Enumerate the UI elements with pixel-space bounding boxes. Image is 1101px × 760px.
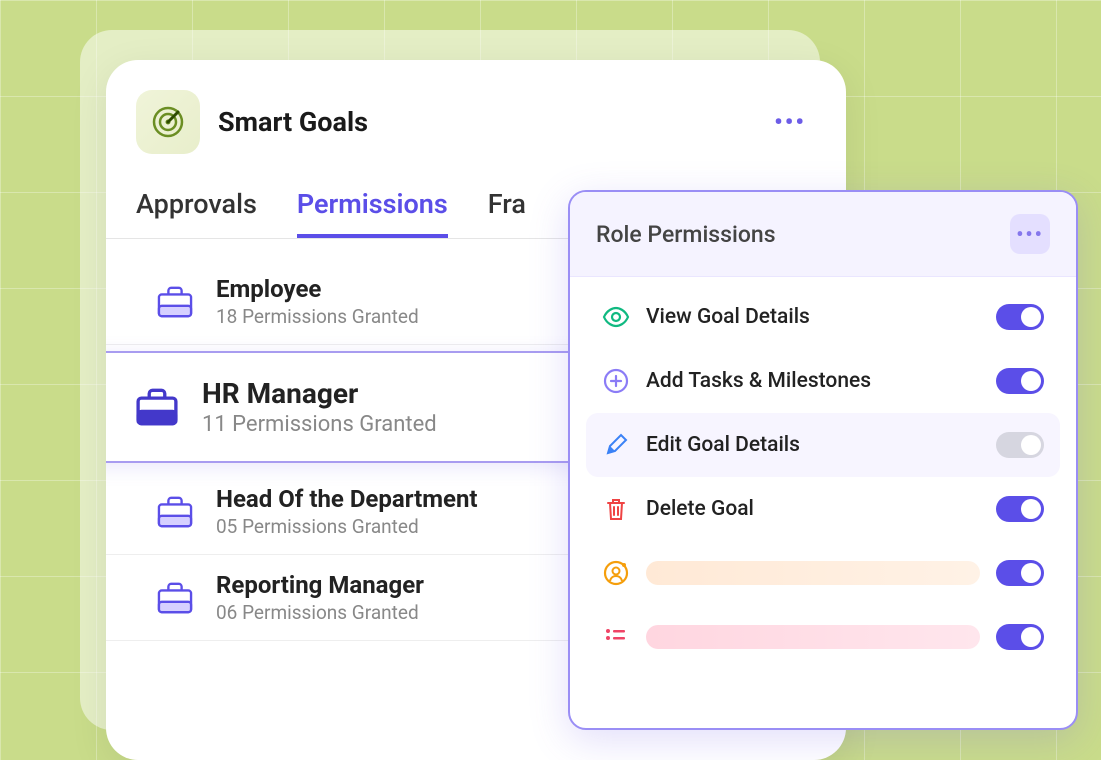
list-icon (602, 623, 630, 651)
role-sub: 06 Permissions Granted (216, 601, 424, 624)
perm-label: View Goal Details (646, 305, 980, 329)
toggle-view-goal-details[interactable] (996, 304, 1044, 330)
role-text: HR Manager 11 Permissions Granted (202, 377, 437, 437)
briefcase-icon (134, 387, 180, 427)
perm-item-delete: Delete Goal (586, 477, 1060, 541)
pen-icon (602, 431, 630, 459)
perm-panel-header: Role Permissions ••• (570, 192, 1076, 277)
tab-fra[interactable]: Fra (488, 174, 526, 238)
app-logo (136, 90, 200, 154)
perm-item-placeholder-1 (586, 541, 1060, 605)
toggle-add-tasks[interactable] (996, 368, 1044, 394)
role-text: Reporting Manager 06 Permissions Granted (216, 571, 424, 624)
placeholder-bar (646, 561, 980, 585)
role-text: Employee 18 Permissions Granted (216, 275, 419, 328)
briefcase-icon (156, 581, 194, 615)
toggle-edit-goal[interactable] (996, 432, 1044, 458)
perm-label: Add Tasks & Milestones (646, 369, 980, 393)
perm-item-placeholder-2 (586, 605, 1060, 669)
role-permissions-panel: Role Permissions ••• View Goal Details A… (568, 190, 1078, 730)
user-badge-icon (602, 559, 630, 587)
perm-list: View Goal Details Add Tasks & Milestones… (570, 277, 1076, 677)
briefcase-icon (156, 285, 194, 319)
perm-item-view: View Goal Details (586, 285, 1060, 349)
trash-icon (602, 495, 630, 523)
role-sub: 11 Permissions Granted (202, 412, 437, 437)
main-header: Smart Goals ••• (106, 60, 846, 174)
plus-circle-icon (602, 367, 630, 395)
app-title: Smart Goals (218, 106, 756, 138)
toggle-delete-goal[interactable] (996, 496, 1044, 522)
toggle-placeholder-2[interactable] (996, 624, 1044, 650)
perm-panel-title: Role Permissions (596, 221, 776, 248)
role-sub: 18 Permissions Granted (216, 305, 419, 328)
role-name: HR Manager (202, 377, 437, 410)
tab-permissions[interactable]: Permissions (297, 174, 448, 238)
role-sub: 05 Permissions Granted (216, 515, 478, 538)
role-name: Employee (216, 275, 419, 303)
perm-item-add: Add Tasks & Milestones (586, 349, 1060, 413)
briefcase-icon (156, 495, 194, 529)
perm-item-edit: Edit Goal Details (586, 413, 1060, 477)
eye-icon (602, 303, 630, 331)
perm-label: Edit Goal Details (646, 433, 980, 457)
perm-panel-more-button[interactable]: ••• (1010, 214, 1050, 254)
target-icon (150, 104, 186, 140)
perm-label: Delete Goal (646, 497, 980, 521)
role-text: Head Of the Department 05 Permissions Gr… (216, 485, 478, 538)
tab-approvals[interactable]: Approvals (136, 174, 257, 238)
header-more-button[interactable]: ••• (774, 108, 806, 136)
role-name: Reporting Manager (216, 571, 424, 599)
placeholder-bar (646, 625, 980, 649)
toggle-placeholder-1[interactable] (996, 560, 1044, 586)
role-name: Head Of the Department (216, 485, 478, 513)
